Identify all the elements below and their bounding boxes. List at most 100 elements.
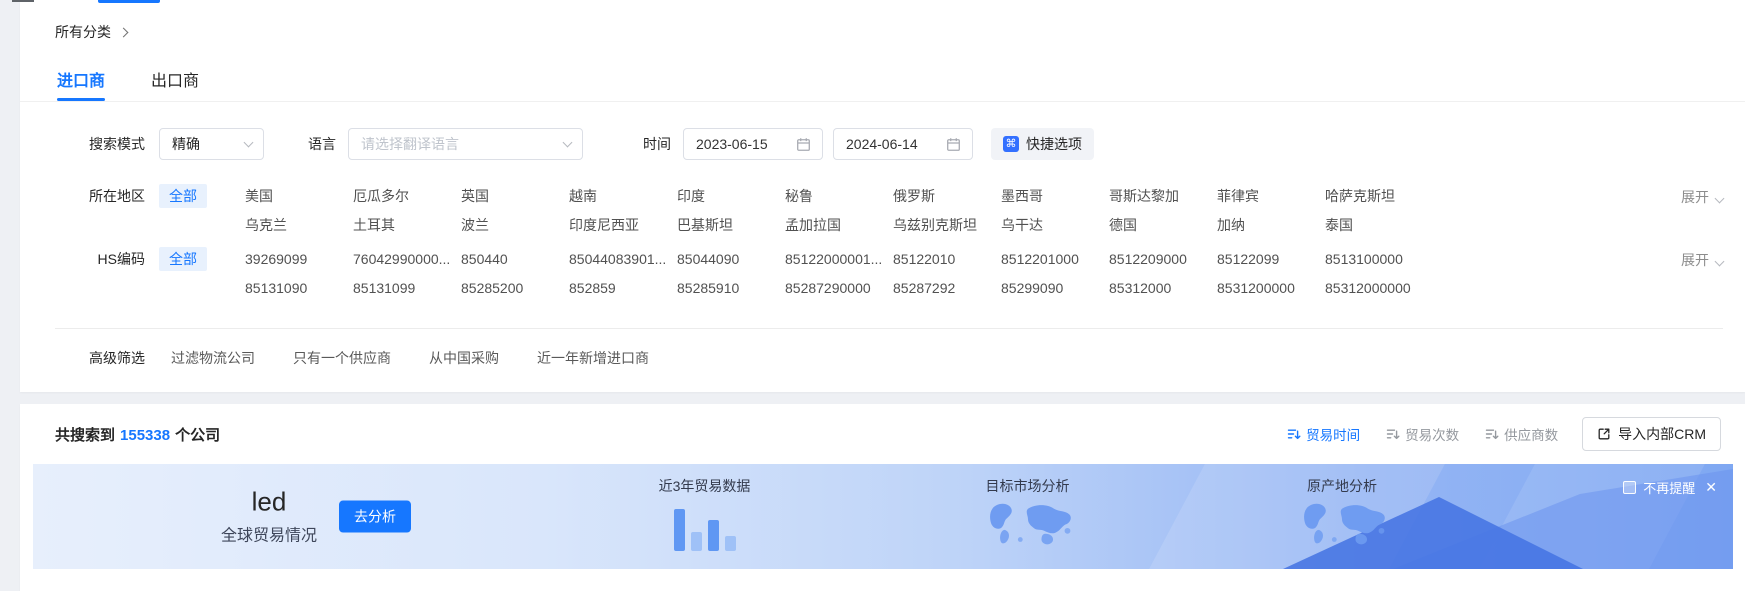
chevron-down-icon: [244, 138, 254, 148]
region-option[interactable]: 德国: [1109, 213, 1217, 237]
analysis-banner: led 全球贸易情况 去分析 近3年贸易数据 目标市场分析: [33, 464, 1733, 569]
banner-subtitle: 全球贸易情况: [221, 522, 317, 546]
hs-code-option[interactable]: 85285200: [461, 276, 569, 300]
hs-code-option[interactable]: 85122010: [893, 247, 1001, 271]
region-option[interactable]: 乌克兰: [245, 213, 353, 237]
sort-supplier-count[interactable]: 供应商数: [1485, 424, 1558, 444]
analyze-button[interactable]: 去分析: [339, 500, 411, 532]
region-option[interactable]: 印度尼西亚: [569, 213, 677, 237]
sort-controls: 贸易时间 贸易次数 供应商数: [1287, 424, 1558, 444]
sort-icon: [1386, 427, 1400, 441]
search-mode-label: 搜索模式: [55, 134, 145, 154]
region-option[interactable]: 美国: [245, 184, 353, 208]
feature-title: 原产地分析: [1252, 476, 1432, 496]
region-option[interactable]: 土耳其: [353, 213, 461, 237]
region-option[interactable]: 乌干达: [1001, 213, 1109, 237]
region-option[interactable]: 秘鲁: [785, 184, 893, 208]
language-label: 语言: [308, 134, 336, 154]
tab-importers[interactable]: 进口商: [57, 56, 105, 101]
advanced-filter-option[interactable]: 只有一个供应商: [293, 348, 391, 368]
hs-code-option[interactable]: 76042990000...: [353, 247, 461, 271]
region-option[interactable]: 巴基斯坦: [677, 213, 785, 237]
region-option[interactable]: 孟加拉国: [785, 213, 893, 237]
hs-code-option[interactable]: 85312000000: [1325, 276, 1433, 300]
region-filter-row: 所在地区 全部 美国厄瓜多尔英国越南印度秘鲁俄罗斯墨西哥哥斯达黎加菲律宾哈萨克斯…: [20, 184, 1745, 237]
import-crm-button[interactable]: 导入内部CRM: [1582, 417, 1721, 451]
hs-code-option[interactable]: 85299090: [1001, 276, 1109, 300]
sort-trade-count[interactable]: 贸易次数: [1386, 424, 1459, 444]
hs-code-option[interactable]: 85122000001...: [785, 247, 893, 271]
chevron-down-icon: [563, 138, 573, 148]
search-mode-select[interactable]: 精确: [159, 128, 264, 160]
hs-code-option[interactable]: 8512209000: [1109, 247, 1217, 271]
region-option[interactable]: 泰国: [1325, 213, 1433, 237]
region-option[interactable]: 英国: [461, 184, 569, 208]
advanced-filter-option[interactable]: 过滤物流公司: [171, 348, 255, 368]
sort-icon: [1287, 427, 1301, 441]
region-option[interactable]: 哈萨克斯坦: [1325, 184, 1433, 208]
region-option[interactable]: 俄罗斯: [893, 184, 1001, 208]
language-placeholder: 请选择翻译语言: [361, 134, 459, 154]
breadcrumb[interactable]: 所有分类: [55, 22, 127, 42]
quick-options-label: 快捷选项: [1026, 134, 1082, 154]
region-option[interactable]: 菲律宾: [1217, 184, 1325, 208]
banner-promo: led 全球贸易情况 去分析: [221, 487, 411, 546]
region-option[interactable]: 乌兹别克斯坦: [893, 213, 1001, 237]
region-option[interactable]: 厄瓜多尔: [353, 184, 461, 208]
hs-code-option[interactable]: 8531200000: [1217, 276, 1325, 300]
dont-remind-label: 不再提醒: [1643, 478, 1695, 497]
region-options-grid: 美国厄瓜多尔英国越南印度秘鲁俄罗斯墨西哥哥斯达黎加菲律宾哈萨克斯坦 乌克兰土耳其…: [245, 184, 1433, 237]
advanced-filter-option[interactable]: 近一年新增进口商: [537, 348, 649, 368]
bar-chart-icon: [615, 501, 795, 551]
hs-code-option[interactable]: 85044083901...: [569, 247, 677, 271]
end-date-input[interactable]: 2024-06-14: [833, 128, 973, 160]
close-icon[interactable]: ✕: [1705, 479, 1717, 496]
language-select[interactable]: 请选择翻译语言: [348, 128, 583, 160]
end-date-value: 2024-06-14: [846, 136, 918, 152]
dont-remind-checkbox[interactable]: [1623, 481, 1636, 494]
hs-code-option[interactable]: 85131090: [245, 276, 353, 300]
hs-code-option[interactable]: 85312000: [1109, 276, 1217, 300]
hs-code-option[interactable]: 850440: [461, 247, 569, 271]
region-all-chip[interactable]: 全部: [159, 184, 207, 208]
hs-code-expand-link[interactable]: 展开: [1681, 250, 1723, 270]
region-option[interactable]: 加纳: [1217, 213, 1325, 237]
sort-icon: [1485, 427, 1499, 441]
hs-code-option[interactable]: 8513100000: [1325, 247, 1433, 271]
hs-code-option[interactable]: 85287290000: [785, 276, 893, 300]
hs-code-all-chip[interactable]: 全部: [159, 247, 207, 271]
hs-code-option[interactable]: 85285910: [677, 276, 785, 300]
hs-code-option[interactable]: 39269099: [245, 247, 353, 271]
hs-code-option[interactable]: 85287292: [893, 276, 1001, 300]
start-date-input[interactable]: 2023-06-15: [683, 128, 823, 160]
feature-origin-analysis: 原产地分析: [1252, 476, 1432, 558]
hs-code-option[interactable]: 85044090: [677, 247, 785, 271]
tab-exporters[interactable]: 出口商: [151, 56, 199, 101]
hs-code-option[interactable]: 85122099: [1217, 247, 1325, 271]
hs-code-filter-row: HS编码 全部 3926909976042990000...8504408504…: [20, 247, 1745, 300]
hs-code-option[interactable]: 852859: [569, 276, 677, 300]
quick-options-button[interactable]: ⌘ 快捷选项: [991, 128, 1094, 160]
region-option[interactable]: 印度: [677, 184, 785, 208]
region-option[interactable]: 波兰: [461, 213, 569, 237]
region-option[interactable]: 哥斯达黎加: [1109, 184, 1217, 208]
feature-title: 近3年贸易数据: [615, 476, 795, 496]
region-option[interactable]: 越南: [569, 184, 677, 208]
chevron-down-icon: [1715, 193, 1725, 203]
region-option[interactable]: 墨西哥: [1001, 184, 1109, 208]
region-expand-link[interactable]: 展开: [1681, 187, 1723, 207]
hs-code-label: HS编码: [55, 247, 145, 271]
section-gap: [0, 392, 1745, 404]
world-map-icon: [1290, 501, 1394, 553]
breadcrumb-row: 所有分类: [20, 0, 1745, 56]
advanced-filter-option[interactable]: 从中国采购: [429, 348, 499, 368]
banner-keyword: led: [221, 487, 317, 517]
hs-code-options-grid: 3926909976042990000...85044085044083901.…: [245, 247, 1433, 300]
sort-trade-time[interactable]: 贸易时间: [1287, 424, 1360, 444]
feature-trade-data: 近3年贸易数据: [615, 476, 795, 551]
hs-code-option[interactable]: 8512201000: [1001, 247, 1109, 271]
banner-promo-text: led 全球贸易情况: [221, 487, 317, 546]
hs-code-option[interactable]: 85131099: [353, 276, 461, 300]
page: 所有分类 进口商 出口商 搜索模式 精确 语言 请选择翻译语言 时间 2023-…: [0, 0, 1745, 591]
chevron-down-icon: [1715, 256, 1725, 266]
